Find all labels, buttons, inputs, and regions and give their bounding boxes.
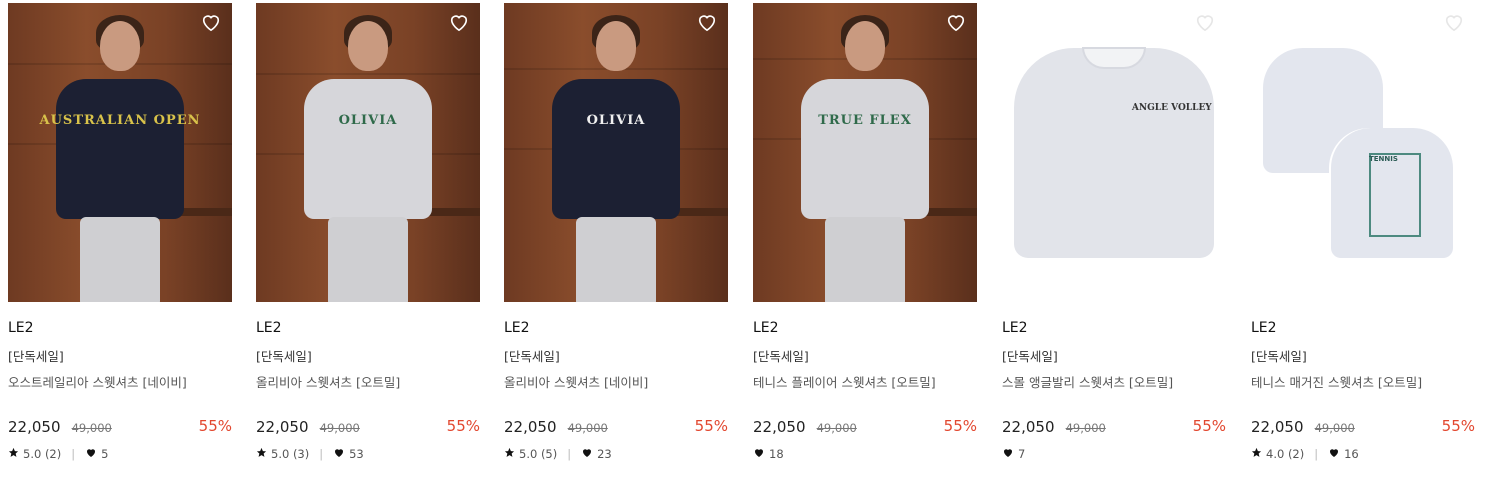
review-meta: 5.0 (5) | 23 — [504, 446, 728, 462]
sweatshirt-graphic: TENNIS — [1369, 155, 1398, 163]
review-meta: 18 — [753, 446, 977, 462]
sale-price: 22,050 — [504, 418, 557, 436]
like-count: 23 — [597, 447, 612, 461]
price-row: 22,050 49,000 55% — [1251, 417, 1475, 437]
discount-rate: 55% — [198, 417, 232, 435]
like-count: 7 — [1018, 447, 1026, 461]
discount-rate: 55% — [943, 417, 977, 435]
sale-price: 22,050 — [753, 418, 806, 436]
brand-label[interactable]: LE2 — [256, 320, 480, 338]
star-icon — [1251, 447, 1262, 461]
sweatshirt-graphic: OLIVIA — [338, 113, 398, 128]
original-price: 49,000 — [71, 421, 112, 435]
price-row: 22,050 49,000 55% — [753, 417, 977, 437]
heart-icon — [753, 447, 765, 461]
price-row: 22,050 49,000 55% — [504, 417, 728, 437]
product-name[interactable]: 올리비아 스웻셔츠 [오트밀] — [256, 372, 480, 390]
review-meta: 4.0 (2) | 16 — [1251, 446, 1475, 462]
product-name[interactable]: 테니스 매거진 스웻셔츠 [오트밀] — [1251, 372, 1475, 390]
discount-rate: 55% — [1192, 417, 1226, 435]
price-row: 22,050 49,000 55% — [256, 417, 480, 437]
sweatshirt-graphic: AUSTRALIAN OPEN — [39, 113, 201, 128]
original-price: 49,000 — [1065, 421, 1106, 435]
rating-text: 5.0 (2) — [23, 447, 62, 461]
discount-rate: 55% — [446, 417, 480, 435]
star-icon — [8, 447, 19, 461]
sale-tag: [단독세일] — [1002, 349, 1058, 364]
star-icon — [256, 447, 267, 461]
wishlist-heart-icon[interactable] — [448, 12, 470, 32]
heart-icon — [1328, 447, 1340, 461]
sale-price: 22,050 — [8, 418, 61, 436]
heart-icon — [1002, 447, 1014, 461]
discount-rate: 55% — [694, 417, 728, 435]
product-card[interactable]: OLIVIA LE2 [단독세일] 올리비아 스웻셔츠 [오트밀] 22,050… — [256, 3, 480, 462]
like-count: 53 — [349, 447, 364, 461]
wishlist-heart-icon[interactable] — [1443, 12, 1465, 32]
sale-price: 22,050 — [1002, 418, 1055, 436]
sale-tag: [단독세일] — [504, 349, 560, 364]
sweatshirt-graphic: TRUE FLEX — [818, 113, 912, 128]
product-image[interactable]: AUSTRALIAN OPEN — [8, 3, 232, 302]
product-card[interactable]: ANGLE VOLLEY LE2 [단독세일] 스몰 앵글발리 스웻셔츠 [오트… — [1002, 3, 1226, 462]
product-name[interactable]: 올리비아 스웻셔츠 [네이비] — [504, 372, 728, 390]
brand-label[interactable]: LE2 — [1251, 320, 1475, 338]
original-price: 49,000 — [1314, 421, 1355, 435]
original-price: 49,000 — [319, 421, 360, 435]
star-icon — [504, 447, 515, 461]
product-image[interactable]: ANGLE VOLLEY — [1002, 3, 1226, 302]
rating-text: 5.0 (5) — [519, 447, 558, 461]
product-image[interactable]: TRUE FLEX — [753, 3, 977, 302]
price-row: 22,050 49,000 55% — [8, 417, 232, 437]
product-card[interactable]: OLIVIA LE2 [단독세일] 올리비아 스웻셔츠 [네이비] 22,050… — [504, 3, 728, 462]
like-count: 5 — [101, 447, 109, 461]
wishlist-heart-icon[interactable] — [1194, 12, 1216, 32]
meta-divider: | — [1314, 447, 1319, 461]
product-grid: AUSTRALIAN OPEN LE2 [단독세일] 오스트레일리아 스웻셔츠 … — [0, 0, 1488, 493]
sale-tag: [단독세일] — [8, 349, 64, 364]
heart-icon — [581, 447, 593, 461]
brand-label[interactable]: LE2 — [753, 320, 977, 338]
original-price: 49,000 — [816, 421, 857, 435]
sale-price: 22,050 — [1251, 418, 1304, 436]
product-card[interactable]: AUSTRALIAN OPEN LE2 [단독세일] 오스트레일리아 스웻셔츠 … — [8, 3, 232, 462]
product-card[interactable]: TENNIS LE2 [단독세일] 테니스 매거진 스웻셔츠 [오트밀] 22,… — [1251, 3, 1475, 462]
product-name[interactable]: 오스트레일리아 스웻셔츠 [네이비] — [8, 372, 232, 390]
sweatshirt-graphic: ANGLE VOLLEY — [1131, 103, 1212, 113]
product-name[interactable]: 테니스 플레이어 스웻셔츠 [오트밀] — [753, 372, 977, 390]
like-count: 16 — [1344, 447, 1359, 461]
product-image[interactable]: OLIVIA — [256, 3, 480, 302]
heart-icon — [85, 447, 97, 461]
rating-text: 4.0 (2) — [1266, 447, 1305, 461]
product-card[interactable]: TRUE FLEX LE2 [단독세일] 테니스 플레이어 스웻셔츠 [오트밀]… — [753, 3, 977, 462]
brand-label[interactable]: LE2 — [8, 320, 232, 338]
wishlist-heart-icon[interactable] — [945, 12, 967, 32]
product-image[interactable]: TENNIS — [1251, 3, 1475, 302]
meta-divider: | — [319, 447, 324, 461]
brand-label[interactable]: LE2 — [504, 320, 728, 338]
review-meta: 5.0 (2) | 5 — [8, 446, 232, 462]
discount-rate: 55% — [1441, 417, 1475, 435]
rating-text: 5.0 (3) — [271, 447, 310, 461]
price-row: 22,050 49,000 55% — [1002, 417, 1226, 437]
sale-tag: [단독세일] — [256, 349, 312, 364]
product-image[interactable]: OLIVIA — [504, 3, 728, 302]
review-meta: 5.0 (3) | 53 — [256, 446, 480, 462]
meta-divider: | — [71, 447, 76, 461]
wishlist-heart-icon[interactable] — [200, 12, 222, 32]
product-name[interactable]: 스몰 앵글발리 스웻셔츠 [오트밀] — [1002, 372, 1226, 390]
like-count: 18 — [769, 447, 784, 461]
sale-tag: [단독세일] — [1251, 349, 1307, 364]
sweatshirt-graphic: OLIVIA — [586, 113, 646, 128]
brand-label[interactable]: LE2 — [1002, 320, 1226, 338]
heart-icon — [333, 447, 345, 461]
review-meta: 7 — [1002, 446, 1226, 462]
wishlist-heart-icon[interactable] — [696, 12, 718, 32]
original-price: 49,000 — [567, 421, 608, 435]
sale-tag: [단독세일] — [753, 349, 809, 364]
meta-divider: | — [567, 447, 572, 461]
sale-price: 22,050 — [256, 418, 309, 436]
